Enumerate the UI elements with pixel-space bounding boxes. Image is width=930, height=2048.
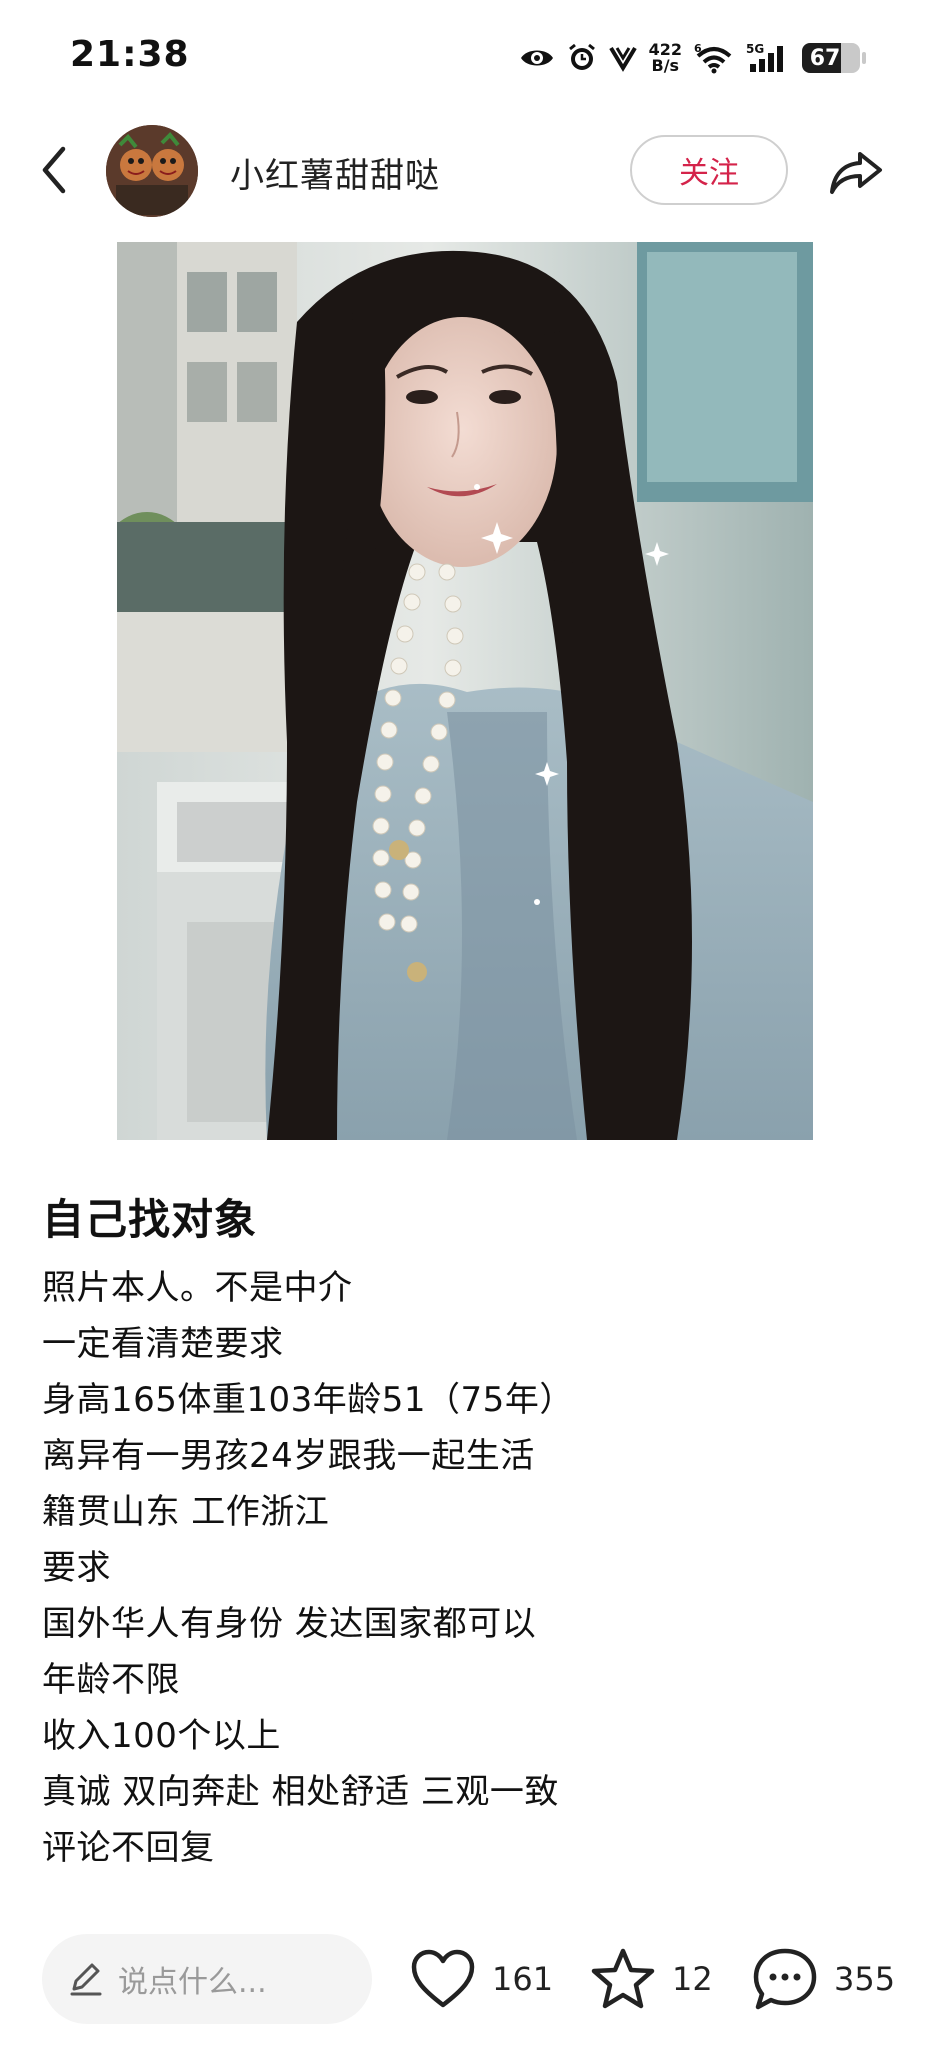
alarm-icon xyxy=(568,43,595,70)
collect-count: 12 xyxy=(672,1960,713,1998)
cellular-signal-icon: 5G xyxy=(746,42,783,72)
status-time: 21:38 xyxy=(70,34,190,75)
post-title: 自己找对象 xyxy=(42,1195,258,1244)
chevron-left-icon xyxy=(42,146,66,194)
share-button[interactable] xyxy=(826,142,886,202)
battery-indicator: 67 xyxy=(802,43,866,73)
author-avatar[interactable] xyxy=(106,125,198,217)
like-count: 161 xyxy=(492,1960,554,1998)
post-body: 照片本人。不是中介 一定看清楚要求 身高165体重103年龄51（75年） 离异… xyxy=(42,1260,902,1876)
back-button[interactable] xyxy=(30,140,78,200)
battery-level: 67 xyxy=(809,45,841,71)
post-body-line: 籍贯山东 工作浙江 xyxy=(42,1492,330,1532)
comment-button[interactable]: 355 xyxy=(752,1946,895,2012)
status-icons: 422 B/s 6 5G 67 xyxy=(519,38,866,78)
post-header: 小红薯甜甜哒 关注 xyxy=(0,120,930,220)
collect-button[interactable]: 12 xyxy=(590,1946,713,2012)
post-body-line: 收入100个以上 xyxy=(42,1716,281,1756)
pencil-icon xyxy=(70,1963,102,1996)
network-type: 5G xyxy=(746,42,764,56)
post-body-line: 身高165体重103年龄51（75年） xyxy=(42,1380,574,1420)
heart-icon xyxy=(411,1949,475,2008)
bottom-action-bar: 说点什么... 161 12 355 xyxy=(0,1928,930,2028)
eye-icon xyxy=(520,50,553,66)
follow-button[interactable]: 关注 xyxy=(630,135,788,205)
share-arrow-icon xyxy=(830,152,882,194)
comment-input-placeholder: 说点什么... xyxy=(118,1965,267,2000)
status-bar: 21:38 422 B/s 6 5G 67 xyxy=(0,0,930,110)
post-body-line: 评论不回复 xyxy=(42,1828,215,1868)
wifi-icon: 6 xyxy=(694,42,732,74)
like-button[interactable]: 161 xyxy=(410,1946,553,2012)
chat-bubble-icon xyxy=(753,1948,817,2010)
post-photo[interactable] xyxy=(117,242,813,1140)
post-body-line: 离异有一男孩24岁跟我一起生活 xyxy=(42,1436,535,1476)
network-speed: 422 B/s xyxy=(649,42,682,74)
author-username[interactable]: 小红薯甜甜哒 xyxy=(230,148,440,197)
post-body-line: 真诚 双向奔赴 相处舒适 三观一致 xyxy=(42,1772,559,1812)
post-body-line: 要求 xyxy=(42,1548,111,1588)
network-speed-unit: B/s xyxy=(651,56,680,75)
post-body-line: 照片本人。不是中介 xyxy=(42,1268,353,1308)
post-body-line: 国外华人有身份 发达国家都可以 xyxy=(42,1604,537,1644)
post-body-line: 一定看清楚要求 xyxy=(42,1324,284,1364)
comment-input[interactable]: 说点什么... xyxy=(42,1934,372,2024)
star-icon xyxy=(591,1948,655,2009)
post-body-line: 年龄不限 xyxy=(42,1660,180,1700)
comment-count: 355 xyxy=(834,1960,896,1998)
nfc-icon xyxy=(608,46,637,72)
